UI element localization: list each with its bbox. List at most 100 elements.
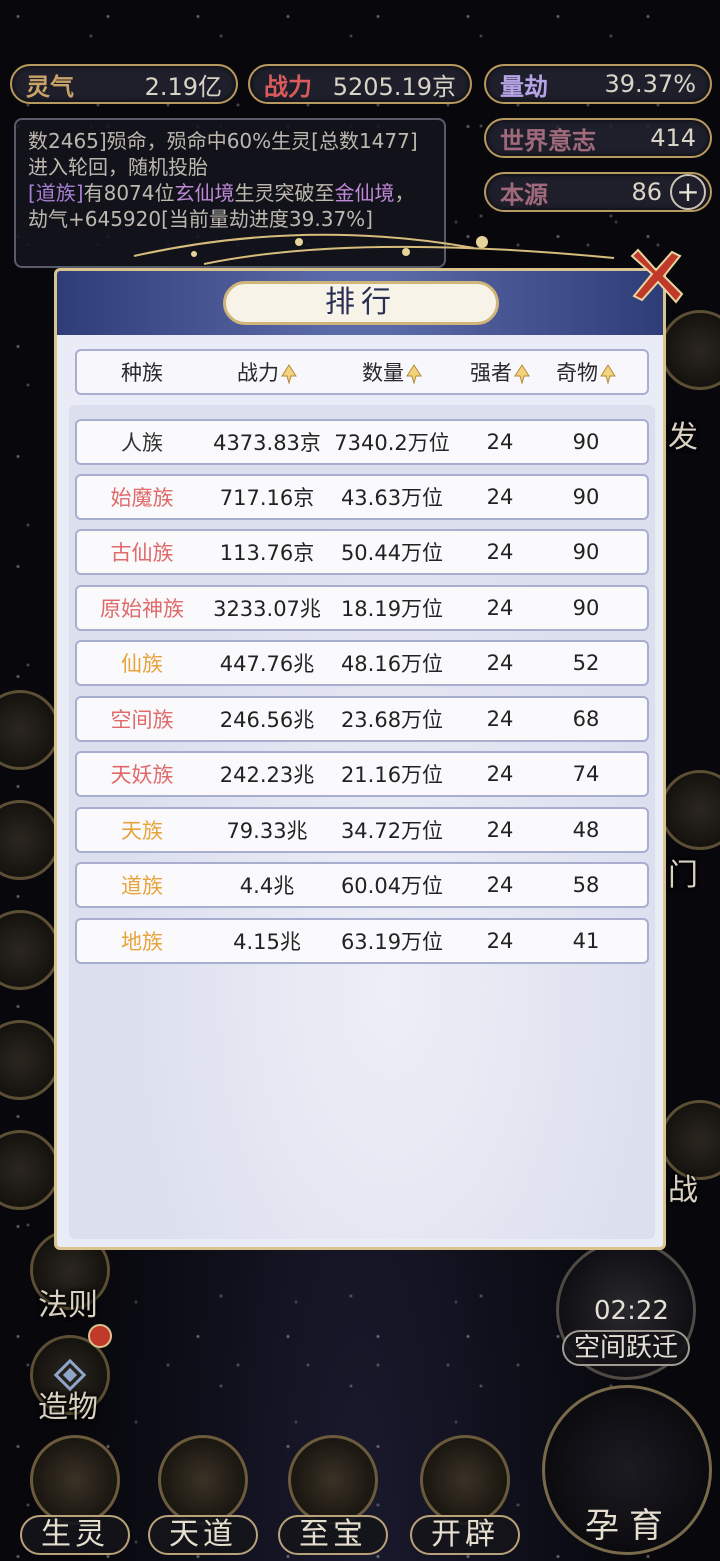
lingqi-label: 灵气 (26, 71, 74, 101)
side-label-fa: 发 (668, 420, 698, 455)
bottom-button-tiandao[interactable]: 天道 (148, 1435, 258, 1555)
race-name: 道族 (121, 874, 163, 898)
sort-arrow-icon (281, 364, 297, 384)
race-strong: 24 (486, 540, 514, 564)
zhanli-stat[interactable]: 战力 5205.19京 (248, 64, 472, 104)
race-count: 60.04万位 (340, 874, 444, 898)
race-power: 4.15兆 (233, 930, 301, 954)
lingqi-stat[interactable]: 灵气 2.19亿 (10, 64, 238, 104)
race-strong: 24 (486, 929, 514, 953)
race-strong: 24 (486, 651, 514, 675)
table-row: 道族 4.4兆 60.04万位 24 58 (75, 862, 649, 908)
bottom-button-kaipi[interactable]: 开辟 (410, 1435, 520, 1555)
race-power: 3233.07兆 (213, 597, 321, 621)
lingqi-value: 2.19亿 (144, 72, 222, 101)
bottom-button-shengling[interactable]: 生灵 (20, 1435, 130, 1555)
race-power: 79.33兆 (226, 819, 308, 843)
log-text-a: 有8074位 (83, 181, 175, 205)
bottom-label-tiandao: 天道 (148, 1515, 258, 1555)
table-row: 地族 4.15兆 63.19万位 24 41 (75, 918, 649, 964)
zaowu-label: 造物 (38, 1390, 98, 1425)
shijie-label: 世界意志 (500, 125, 596, 155)
race-items: 41 (572, 929, 600, 953)
liangjie-label: 量劫 (500, 71, 548, 101)
table-row: 始魔族 717.16京 43.63万位 24 90 (75, 474, 649, 520)
table-row: 古仙族 113.76京 50.44万位 24 90 (75, 529, 649, 575)
zhanli-value: 5205.19京 (332, 72, 456, 101)
race-power: 717.16京 (219, 486, 315, 510)
race-count: 18.19万位 (340, 597, 444, 621)
race-name: 天妖族 (110, 763, 174, 787)
race-strong: 24 (486, 430, 514, 454)
race-items: 74 (572, 762, 600, 786)
ranking-list[interactable]: 人族 4373.83京 7340.2万位 24 90 始魔族 717.16京 4… (69, 405, 655, 1239)
race-name: 天族 (121, 819, 163, 843)
bottom-label-shengling: 生灵 (20, 1515, 130, 1555)
race-strong: 24 (486, 873, 514, 897)
log-race-tag: [道族] (28, 181, 84, 205)
plus-icon[interactable]: + (670, 174, 706, 210)
race-power: 113.76京 (219, 541, 315, 565)
table-row: 仙族 447.76兆 48.16万位 24 52 (75, 640, 649, 686)
modal-header: 排行 (57, 271, 663, 335)
sort-arrow-icon (600, 364, 616, 384)
race-items: 58 (572, 873, 600, 897)
tiandao-icon (158, 1435, 248, 1525)
sort-arrow-icon (514, 364, 530, 384)
race-name: 原始神族 (100, 597, 184, 621)
kaipi-icon (420, 1435, 510, 1525)
race-items: 90 (572, 430, 600, 454)
shijie-stat[interactable]: 世界意志 414 (484, 118, 712, 158)
bottom-button-zhibao[interactable]: 至宝 (278, 1435, 388, 1555)
close-icon[interactable] (622, 244, 688, 310)
sort-arrow-icon (406, 364, 422, 384)
race-name: 仙族 (121, 652, 163, 676)
race-items: 90 (572, 596, 600, 620)
benyuan-label: 本源 (500, 179, 548, 209)
timer-text: 02:22 (594, 1296, 669, 1326)
race-strong: 24 (486, 762, 514, 786)
zhanli-label: 战力 (264, 71, 312, 101)
table-row: 空间族 246.56兆 23.68万位 24 68 (75, 696, 649, 742)
notification-dot (88, 1324, 112, 1348)
yunyu-label: 孕育 (585, 1506, 673, 1546)
zhibao-icon (288, 1435, 378, 1525)
race-count: 23.68万位 (340, 708, 444, 732)
table-header: 种族 战力 数量 强者 奇物 (75, 349, 649, 395)
liangjie-value: 39.37% (604, 70, 696, 98)
race-power: 246.56兆 (219, 708, 315, 732)
header-count[interactable]: 数量 (327, 357, 457, 387)
race-count: 63.19万位 (340, 930, 444, 954)
race-strong: 24 (486, 485, 514, 509)
race-items: 48 (572, 818, 600, 842)
ranking-modal: 排行 种族 战力 数量 强者 奇物 人族 4373.83京 7340.2万位 2… (54, 268, 666, 1250)
table-row: 天妖族 242.23兆 21.16万位 24 74 (75, 751, 649, 797)
header-strong[interactable]: 强者 (457, 357, 543, 387)
race-count: 7340.2万位 (334, 431, 450, 455)
race-power: 4373.83京 (213, 431, 321, 455)
bottom-label-kaipi: 开辟 (410, 1515, 520, 1555)
yunyu-button[interactable]: 孕育 (542, 1385, 712, 1555)
race-count: 34.72万位 (340, 819, 444, 843)
race-name: 古仙族 (110, 541, 174, 565)
race-items: 52 (572, 651, 600, 675)
race-strong: 24 (486, 818, 514, 842)
faze-label: 法则 (38, 1288, 98, 1323)
header-items[interactable]: 奇物 (543, 357, 629, 387)
race-items: 68 (572, 707, 600, 731)
table-row: 人族 4373.83京 7340.2万位 24 90 (75, 419, 649, 465)
modal-gold-ornament (133, 233, 615, 265)
race-name: 空间族 (110, 708, 174, 732)
shengling-icon (30, 1435, 120, 1525)
side-label-zhan: 战 (668, 1173, 698, 1208)
log-line-1: 数2465]殒命，殒命中60%生灵[总数1477]进入轮回，随机投胎 (28, 129, 418, 179)
race-strong: 24 (486, 707, 514, 731)
race-name: 人族 (121, 431, 163, 455)
race-name: 地族 (121, 930, 163, 954)
race-items: 90 (572, 540, 600, 564)
liangjie-stat[interactable]: 量劫 39.37% (484, 64, 712, 104)
shijie-value: 414 (650, 124, 696, 152)
benyuan-stat: 本源 86 + (484, 172, 712, 212)
side-label-men: 门 (668, 858, 698, 893)
header-power[interactable]: 战力 (207, 357, 327, 387)
